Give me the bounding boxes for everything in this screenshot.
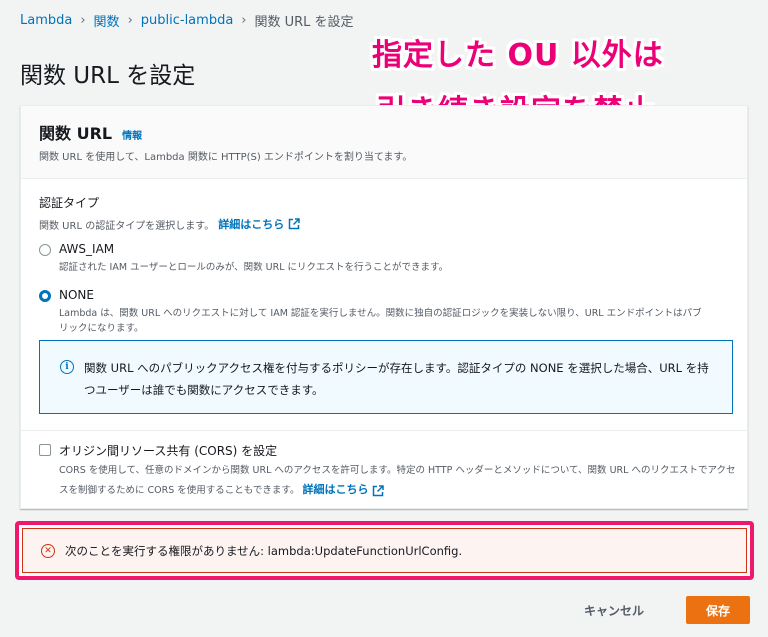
breadcrumb-function-name[interactable]: public-lambda <box>141 13 234 28</box>
cancel-button[interactable]: キャンセル <box>584 598 644 622</box>
radio-none-description: Lambda は、関数 URL へのリクエストに対して IAM 認証を実行しませ… <box>59 308 702 334</box>
panel-title-text: 関数 URL <box>39 124 113 143</box>
radio-aws-iam-label: AWS_IAM <box>59 242 115 256</box>
info-icon: i <box>60 360 74 374</box>
auth-type-label: 認証タイプ <box>39 196 100 210</box>
save-button[interactable]: 保存 <box>686 596 750 624</box>
annotation-line-1: 指定した OU 以外は <box>372 38 664 73</box>
section-divider <box>21 430 749 431</box>
cors-label: オリジン間リソース共有 (CORS) を設定 <box>59 444 278 458</box>
cors-details-link[interactable]: 詳細はこちら <box>302 483 368 496</box>
panel-title: 関数 URL 情報 <box>39 120 729 144</box>
panel-header: 関数 URL 情報 関数 URL を使用して、Lambda 関数に HTTP(S… <box>21 106 747 179</box>
chevron-right-icon: › <box>80 13 86 28</box>
radio-aws-iam[interactable] <box>39 244 51 256</box>
auth-type-description-text: 関数 URL の認証タイプを選択します。 <box>39 220 215 232</box>
radio-aws-iam-description: 認証された IAM ユーザーとロールのみが、関数 URL にリクエストを行うこと… <box>59 262 449 273</box>
error-icon: ✕ <box>41 543 55 558</box>
radio-none[interactable] <box>39 290 51 302</box>
auth-type-description: 関数 URL の認証タイプを選択します。 詳細はこちら <box>39 216 731 232</box>
auth-details-link[interactable]: 詳細はこちら <box>218 216 284 232</box>
page-title: 関数 URL を設定 <box>20 63 196 89</box>
external-link-icon[interactable] <box>288 218 300 230</box>
chevron-right-icon: › <box>241 13 247 28</box>
auth-type-section: 認証タイプ 関数 URL の認証タイプを選択します。 詳細はこちら AWS_IA… <box>39 194 733 414</box>
breadcrumb-functions[interactable]: 関数 <box>94 11 120 30</box>
breadcrumb-current: 関数 URL を設定 <box>254 15 354 30</box>
cors-checkbox[interactable] <box>39 444 51 456</box>
public-access-info-alert: i 関数 URL へのパブリックアクセス権を付与するポリシーが存在します。認証タ… <box>39 340 733 414</box>
radio-option-none[interactable]: NONE Lambda は、関数 URL へのリクエストに対して IAM 認証を… <box>39 288 711 336</box>
external-link-icon[interactable] <box>372 484 384 497</box>
cors-description-text: CORS を使用して、任意のドメインから関数 URL へのアクセスを許可します。… <box>59 465 736 496</box>
chevron-right-icon: › <box>127 13 133 28</box>
error-text: 次のことを実行する権限がありません: lambda:UpdateFunction… <box>65 543 463 558</box>
info-link[interactable]: 情報 <box>122 127 142 142</box>
breadcrumb: Lambda › 関数 › public-lambda › 関数 URL を設定 <box>20 11 354 30</box>
panel-description: 関数 URL を使用して、Lambda 関数に HTTP(S) エンドポイントを… <box>39 152 413 163</box>
radio-option-aws-iam[interactable]: AWS_IAM 認証された IAM ユーザーとロールのみが、関数 URL にリク… <box>39 242 711 275</box>
radio-none-label: NONE <box>59 288 94 302</box>
error-highlight-box: ✕ 次のことを実行する権限がありません: lambda:UpdateFuncti… <box>15 521 754 580</box>
cors-description: CORS を使用して、任意のドメインから関数 URL へのアクセスを許可します。… <box>59 461 739 500</box>
info-alert-text: 関数 URL へのパブリックアクセス権を付与するポリシーが存在します。認証タイプ… <box>84 361 709 397</box>
function-url-panel: 関数 URL 情報 関数 URL を使用して、Lambda 関数に HTTP(S… <box>20 105 749 509</box>
breadcrumb-lambda[interactable]: Lambda <box>20 13 72 28</box>
error-alert: ✕ 次のことを実行する権限がありません: lambda:UpdateFuncti… <box>22 528 747 573</box>
cors-option[interactable]: オリジン間リソース共有 (CORS) を設定 CORS を使用して、任意のドメイ… <box>39 442 739 500</box>
